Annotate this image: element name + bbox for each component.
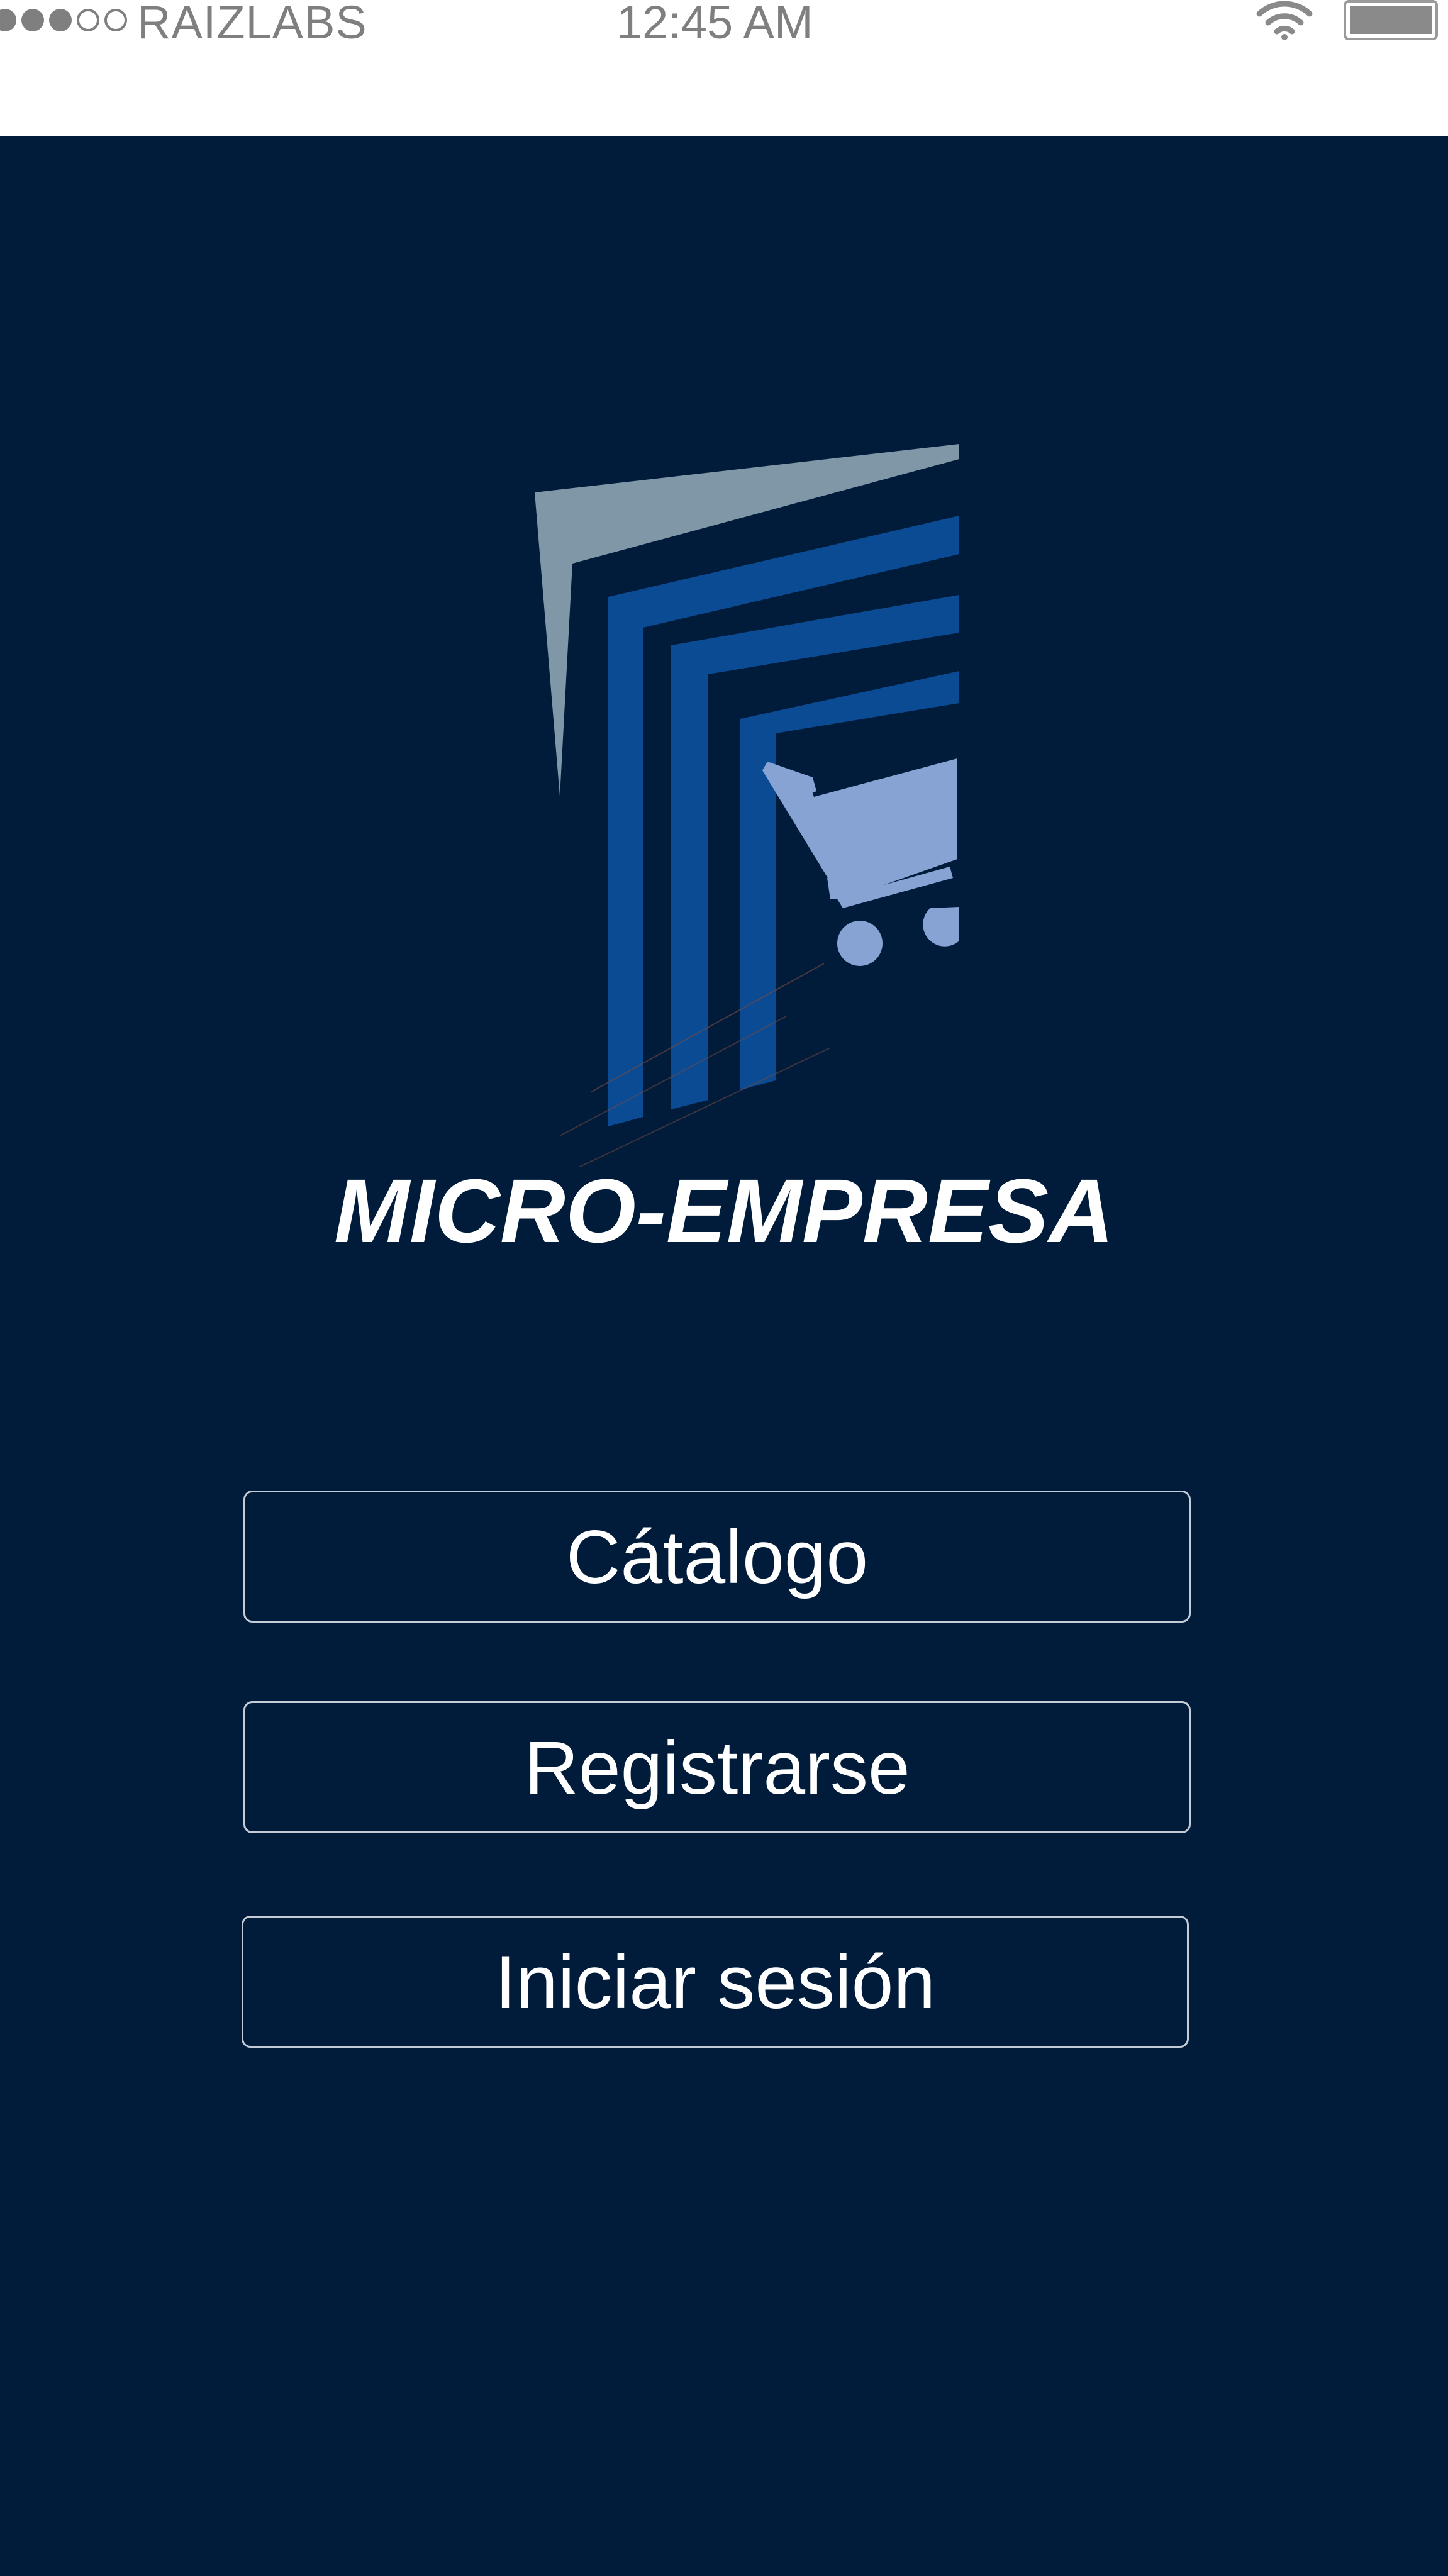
wifi-icon (1256, 1, 1313, 40)
login-button[interactable]: Iniciar sesión (242, 1916, 1189, 2048)
catalog-button[interactable]: Cátalogo (243, 1491, 1191, 1623)
status-time: 12:45 AM (616, 0, 813, 48)
signal-dot (49, 9, 72, 31)
register-button[interactable]: Registrarse (243, 1701, 1191, 1833)
carrier-name: RAIZLABS (137, 0, 367, 48)
signal-dot (21, 9, 44, 31)
battery-level (1350, 6, 1432, 34)
battery-icon (1344, 0, 1438, 40)
shopping-cart-logo-icon (535, 444, 959, 1167)
signal-dot (77, 9, 99, 31)
signal-strength-icon (0, 9, 127, 31)
app-title: MICRO-EMPRESA (333, 1160, 1115, 1262)
main-screen: MICRO-EMPRESA Cátalogo Registrarse Inici… (0, 136, 1448, 2576)
signal-dot (104, 9, 127, 31)
status-bar: RAIZLABS 12:45 AM (0, 0, 1448, 136)
signal-dot (0, 9, 16, 31)
